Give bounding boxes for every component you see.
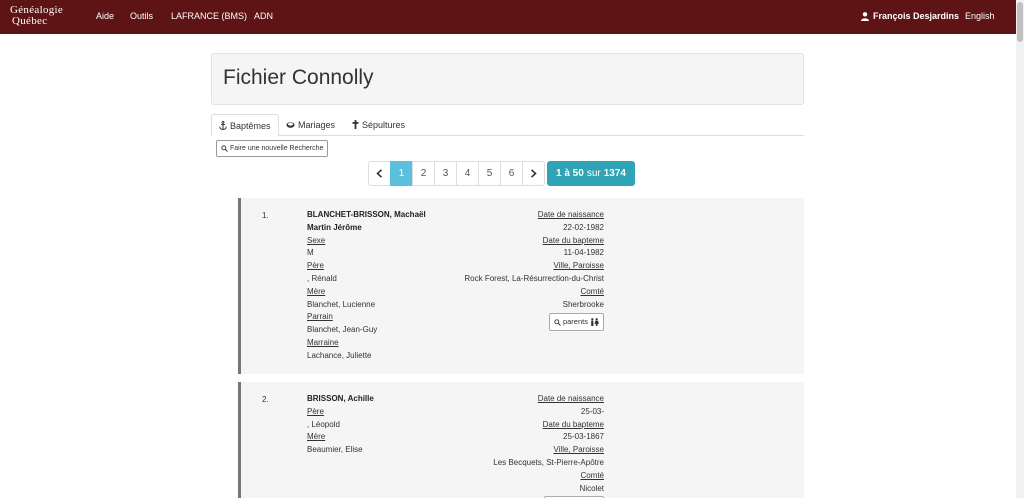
user-icon bbox=[861, 11, 869, 21]
record-person-column: BRISSON, Achille Père , Léopold Mère Bea… bbox=[307, 393, 374, 457]
mere-value: Beaumier, Elise bbox=[307, 445, 363, 455]
comte-value: Sherbrooke bbox=[562, 299, 604, 309]
bapteme-value: 25-03-1867 bbox=[563, 432, 604, 442]
marraine-value: Lachance, Juliette bbox=[307, 350, 372, 360]
record-event-column: Date de naissance 25-03- Date du bapteme… bbox=[493, 393, 604, 498]
pere-value: , Rénald bbox=[307, 273, 337, 283]
tab-mariages-label: Mariages bbox=[298, 120, 336, 130]
new-search-button[interactable]: Faire une nouvelle Recherche bbox=[216, 140, 329, 157]
record-name: BRISSON, Achille bbox=[307, 394, 374, 403]
comte-label: Comté bbox=[580, 470, 604, 480]
anchor-icon bbox=[219, 121, 227, 130]
record-name-cont: Martin Jérôme bbox=[307, 222, 362, 232]
tab-mariages[interactable]: Mariages bbox=[279, 114, 342, 136]
record-number: 1. bbox=[262, 211, 269, 220]
genealogie-quebec-logo[interactable]: Généalogie Québec bbox=[10, 5, 84, 29]
mere-value: Blanchet, Lucienne bbox=[307, 299, 376, 309]
pagination-page-3[interactable]: 3 bbox=[434, 161, 457, 186]
rings-icon bbox=[286, 120, 295, 129]
pagination-page-6[interactable]: 6 bbox=[500, 161, 523, 186]
top-navbar: Généalogie Québec Aide Outils LAFRANCE (… bbox=[0, 0, 1016, 34]
nav-outils[interactable]: Outils bbox=[130, 11, 153, 21]
record-event-column: Date de naissance 22-02-1982 Date du bap… bbox=[464, 209, 604, 332]
pagination-summary: 1 à 50 sur 1374 bbox=[547, 161, 635, 186]
bapteme-value: 11-04-1982 bbox=[563, 248, 604, 258]
nav-aide[interactable]: Aide bbox=[96, 11, 114, 21]
page-title: Fichier Connolly bbox=[223, 66, 374, 89]
record-name: BLANCHET-BRISSON, Machaël bbox=[307, 210, 426, 219]
tab-baptemes[interactable]: Baptêmes bbox=[211, 114, 279, 137]
page-scrollbar[interactable] bbox=[1016, 0, 1024, 498]
parents-button[interactable]: parents bbox=[548, 313, 604, 332]
logo-line-2: Québec bbox=[12, 15, 48, 27]
paroisse-label: Ville, Paroisse bbox=[553, 261, 604, 271]
language-switch[interactable]: English bbox=[965, 11, 995, 21]
tab-sepultures[interactable]: Sépultures bbox=[345, 114, 412, 136]
record-number: 2. bbox=[262, 395, 269, 404]
record-type-tabs: Baptêmes Mariages Sépultures bbox=[211, 114, 804, 137]
record-card: 1. BLANCHET-BRISSON, Machaël Martin Jérô… bbox=[238, 198, 804, 374]
naissance-label: Date de naissance bbox=[537, 210, 604, 219]
new-search-label: Faire une nouvelle Recherche bbox=[230, 145, 324, 152]
pere-value: , Léopold bbox=[307, 419, 340, 429]
sexe-label: Sexe bbox=[307, 235, 326, 245]
marraine-label: Marraine bbox=[307, 337, 339, 347]
pagination-page-5[interactable]: 5 bbox=[478, 161, 501, 186]
chevron-left-icon bbox=[376, 169, 383, 178]
nav-lafrance[interactable]: LAFRANCE (BMS) bbox=[171, 11, 247, 21]
comte-label: Comté bbox=[580, 286, 604, 296]
bapteme-label: Date du bapteme bbox=[542, 419, 604, 429]
parents-button-label: parents bbox=[562, 316, 588, 326]
parrain-label: Parrain bbox=[307, 312, 333, 322]
pagination-sur: sur bbox=[586, 168, 601, 179]
paroisse-label: Ville, Paroisse bbox=[553, 445, 604, 455]
tab-sepultures-label: Sépultures bbox=[362, 120, 406, 130]
pagination-prev[interactable] bbox=[368, 161, 391, 186]
parrain-value: Blanchet, Jean-Guy bbox=[307, 325, 378, 335]
page-header: Fichier Connolly bbox=[211, 53, 804, 105]
pere-label: Père bbox=[307, 406, 324, 416]
user-menu[interactable]: François Desjardins bbox=[861, 11, 959, 21]
tab-baptemes-label: Baptêmes bbox=[230, 121, 271, 131]
pagination-page-2[interactable]: 2 bbox=[412, 161, 435, 186]
mere-label: Mère bbox=[307, 286, 326, 296]
paroisse-value: Les Becquets, St-Pierre-Apôtre bbox=[493, 457, 604, 467]
pagination-page-4[interactable]: 4 bbox=[456, 161, 479, 186]
bapteme-label: Date du bapteme bbox=[542, 235, 604, 245]
search-icon bbox=[554, 319, 561, 326]
pere-label: Père bbox=[307, 261, 324, 271]
naissance-value: 22-02-1982 bbox=[563, 222, 604, 232]
pagination-range: 1 à 50 bbox=[556, 168, 584, 179]
couple-icon bbox=[590, 318, 599, 327]
record-card: 2. BRISSON, Achille Père , Léopold Mère … bbox=[238, 382, 804, 498]
mere-label: Mère bbox=[307, 432, 326, 442]
nav-adn[interactable]: ADN bbox=[254, 11, 273, 21]
pagination-total: 1374 bbox=[603, 168, 626, 179]
comte-value: Nicolet bbox=[579, 483, 604, 493]
cross-icon bbox=[352, 120, 359, 129]
record-person-column: BLANCHET-BRISSON, Machaël Martin Jérôme … bbox=[307, 209, 426, 363]
pagination: 1 2 3 4 5 6 1 à 50 sur 1374 bbox=[368, 161, 635, 186]
paroisse-value: Rock Forest, La-Résurrection-du-Christ bbox=[464, 273, 604, 283]
scrollbar-thumb[interactable] bbox=[1017, 2, 1023, 42]
search-icon bbox=[221, 145, 228, 152]
user-name: François Desjardins bbox=[873, 11, 960, 21]
chevron-right-icon bbox=[530, 169, 537, 178]
naissance-value: 25-03- bbox=[580, 406, 604, 416]
pagination-next[interactable] bbox=[522, 161, 545, 186]
pagination-page-1[interactable]: 1 bbox=[390, 161, 413, 186]
naissance-label: Date de naissance bbox=[537, 394, 604, 403]
sexe-value: M bbox=[307, 248, 314, 258]
